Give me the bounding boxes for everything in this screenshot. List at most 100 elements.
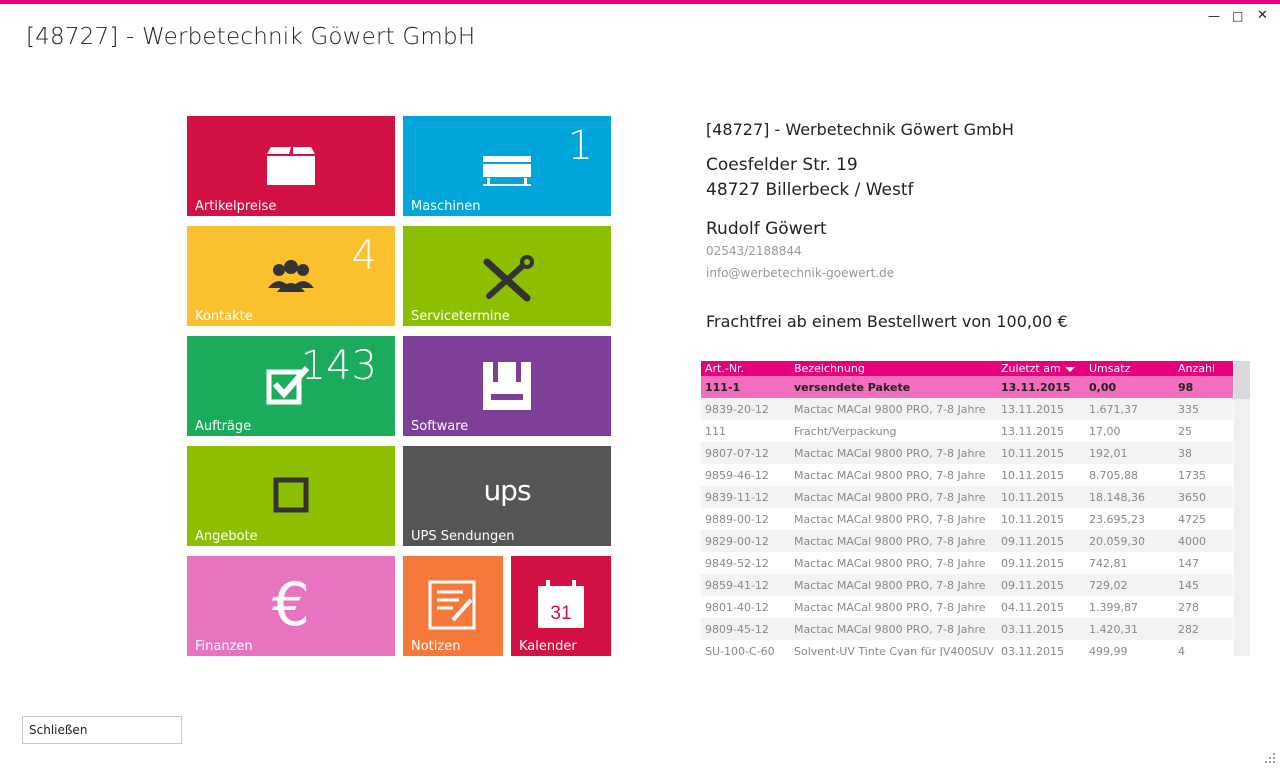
table-cell: 499,99 — [1089, 644, 1128, 657]
table-cell: 10.11.2015 — [1001, 512, 1064, 526]
tile-artikelpreise[interactable]: Artikelpreise — [187, 116, 395, 216]
table-row[interactable]: 9859-41-12 Mactac MACal 9800 PRO, 7-8 Jah… — [701, 574, 1233, 596]
accent-bar — [0, 0, 1280, 4]
table-cell: Mactac MACal 9800 PRO, 7-8 Jahre — [790, 618, 997, 640]
close-icon[interactable]: ✕ — [1257, 9, 1268, 22]
table-cell: versendete Pakete — [790, 376, 997, 398]
table-cell: Mactac MACal 9800 PRO, 7-8 Jahre — [790, 574, 997, 596]
euro-icon: € — [271, 570, 311, 640]
column-header-artnr[interactable]: Art.-Nr. — [701, 361, 790, 376]
column-header-bezeichnung[interactable]: Bezeichnung — [790, 361, 997, 376]
table-row[interactable]: 9839-11-12 Mactac MACal 9800 PRO, 7-8 Jah… — [701, 486, 1233, 508]
tile-finanzen[interactable]: € Finanzen — [187, 556, 395, 656]
table-cell: 13.11.2015 — [997, 398, 1085, 420]
column-header-anzahl[interactable]: Anzahl — [1174, 361, 1233, 376]
table-row[interactable]: 9807-07-12 Mactac MACal 9800 PRO, 7-8 Jah… — [701, 442, 1233, 464]
window-title: [48727] - Werbetechnik Göwert GmbH — [26, 24, 476, 50]
tile-angebote[interactable]: Angebote — [187, 446, 395, 546]
table-cell: 18.148,36 — [1085, 486, 1174, 508]
resize-grip-icon[interactable] — [1264, 752, 1276, 764]
table-cell: 1735 — [1178, 468, 1206, 482]
table-cell: 17,00 — [1089, 424, 1121, 438]
table-row[interactable]: 111-1 versendete Pakete 13.11.2015 0,00 98 — [701, 376, 1233, 398]
table-cell: 335 — [1174, 398, 1233, 420]
table-cell: 10.11.2015 — [997, 442, 1085, 464]
table-cell: 1.671,37 — [1085, 398, 1174, 420]
table-cell: 9807-07-12 — [701, 442, 790, 464]
table-cell: 09.11.2015 — [1001, 556, 1064, 570]
table-cell: 25 — [1178, 424, 1192, 438]
tile-maschinen-label: Maschinen — [411, 199, 481, 214]
auftraege-count: 143 — [300, 343, 377, 389]
table-cell: 9859-41-12 — [701, 574, 790, 596]
table-cell: 09.11.2015 — [997, 574, 1085, 596]
tile-finanzen-label: Finanzen — [195, 639, 253, 654]
table-cell: 9889-00-12 — [705, 512, 769, 526]
table-cell: 10.11.2015 — [1001, 468, 1064, 482]
column-header-zuletzt[interactable]: Zuletzt am — [997, 361, 1085, 376]
table-cell: 09.11.2015 — [997, 530, 1085, 552]
table-row[interactable]: 111 Fracht/Verpackung 13.11.2015 17,00 25 — [701, 420, 1233, 442]
table-cell: 1.399,87 — [1089, 600, 1138, 614]
table-cell: Mactac MACal 9800 PRO, 7-8 Jahre — [794, 512, 986, 526]
vertical-scrollbar[interactable] — [1234, 361, 1250, 656]
tile-kalender[interactable]: 31 Kalender — [511, 556, 611, 656]
table-row[interactable]: 9849-52-12 Mactac MACal 9800 PRO, 7-8 Jah… — [701, 552, 1233, 574]
table-cell: 20.059,30 — [1085, 530, 1174, 552]
table-cell: 13.11.2015 — [1001, 424, 1064, 438]
tile-kontakte[interactable]: 4 Kontakte — [187, 226, 395, 326]
table-row[interactable]: 9889-00-12 Mactac MACal 9800 PRO, 7-8 Jah… — [701, 508, 1233, 530]
table-cell: 0,00 — [1085, 376, 1174, 398]
table-cell: 9801-40-12 — [705, 600, 769, 614]
table-cell: 111 — [705, 424, 726, 438]
maximize-icon[interactable]: □ — [1232, 10, 1243, 22]
customer-phone[interactable]: 02543/2188844 — [706, 244, 802, 258]
table-cell: 1.420,31 — [1085, 618, 1174, 640]
table-cell: Fracht/Verpackung — [794, 424, 897, 438]
tile-software[interactable]: Software — [403, 336, 611, 436]
table-cell: 9809-45-12 — [701, 618, 790, 640]
table-cell: 282 — [1174, 618, 1233, 640]
table-header: Art.-Nr. Bezeichnung Zuletzt am Umsatz A… — [701, 361, 1233, 376]
column-header-umsatz[interactable]: Umsatz — [1085, 361, 1174, 376]
table-cell: 03.11.2015 — [1001, 644, 1064, 657]
table-row[interactable]: 9829-00-12 Mactac MACal 9800 PRO, 7-8 Jah… — [701, 530, 1233, 552]
table-cell: Mactac MACal 9800 PRO, 7-8 Jahre — [790, 442, 997, 464]
table-cell: 192,01 — [1085, 442, 1174, 464]
table-cell: 4 — [1178, 644, 1185, 657]
tile-ups-sendungen[interactable]: ups UPS Sendungen — [403, 446, 611, 546]
tile-maschinen[interactable]: 1 Maschinen — [403, 116, 611, 216]
sort-desc-icon — [1064, 366, 1075, 372]
table-cell: 729,02 — [1085, 574, 1174, 596]
orders-grid[interactable]: Art.-Nr. Bezeichnung Zuletzt am Umsatz A… — [701, 361, 1250, 656]
tile-angebote-label: Angebote — [195, 529, 258, 544]
table-cell: 145 — [1174, 574, 1233, 596]
orders-table: Art.-Nr. Bezeichnung Zuletzt am Umsatz A… — [701, 361, 1233, 656]
table-row[interactable]: 9801-40-12 Mactac MACal 9800 PRO, 7-8 Jah… — [701, 596, 1233, 618]
customer-name: [48727] - Werbetechnik Göwert GmbH — [706, 120, 1014, 139]
table-cell: 147 — [1178, 556, 1199, 570]
table-row[interactable]: 9839-20-12 Mactac MACal 9800 PRO, 7-8 Jah… — [701, 398, 1233, 420]
tile-artikelpreise-label: Artikelpreise — [195, 199, 277, 214]
tile-notizen[interactable]: Notizen — [403, 556, 503, 656]
table-cell: Mactac MACal 9800 PRO, 7-8 Jahre — [794, 556, 986, 570]
ups-logo-icon: ups — [483, 474, 531, 507]
table-row[interactable]: 9809-45-12 Mactac MACal 9800 PRO, 7-8 Jah… — [701, 618, 1233, 640]
tile-servicetermine[interactable]: Servicetermine — [403, 226, 611, 326]
scrollbar-thumb[interactable] — [1234, 361, 1250, 399]
table-cell: 3650 — [1174, 486, 1233, 508]
table-cell: 4725 — [1178, 512, 1206, 526]
table-cell: 9839-20-12 — [701, 398, 790, 420]
tile-auftraege[interactable]: 143 Aufträge — [187, 336, 395, 436]
close-button[interactable]: Schließen — [22, 716, 182, 744]
kontakte-count: 4 — [351, 233, 377, 279]
table-cell: Mactac MACal 9800 PRO, 7-8 Jahre — [794, 600, 986, 614]
calendar-day: 31 — [550, 603, 571, 624]
table-row[interactable]: 9859-46-12 Mactac MACal 9800 PRO, 7-8 Jah… — [701, 464, 1233, 486]
table-cell: 8.705,88 — [1089, 468, 1138, 482]
table-row[interactable]: SU-100-C-60 Solvent-UV Tinte Cyan für JV4… — [701, 640, 1233, 657]
minimize-icon[interactable]: — — [1208, 10, 1220, 22]
table-cell: 9859-46-12 — [705, 468, 769, 482]
customer-email[interactable]: info@werbetechnik-goewert.de — [706, 266, 894, 280]
table-cell: 04.11.2015 — [1001, 600, 1064, 614]
